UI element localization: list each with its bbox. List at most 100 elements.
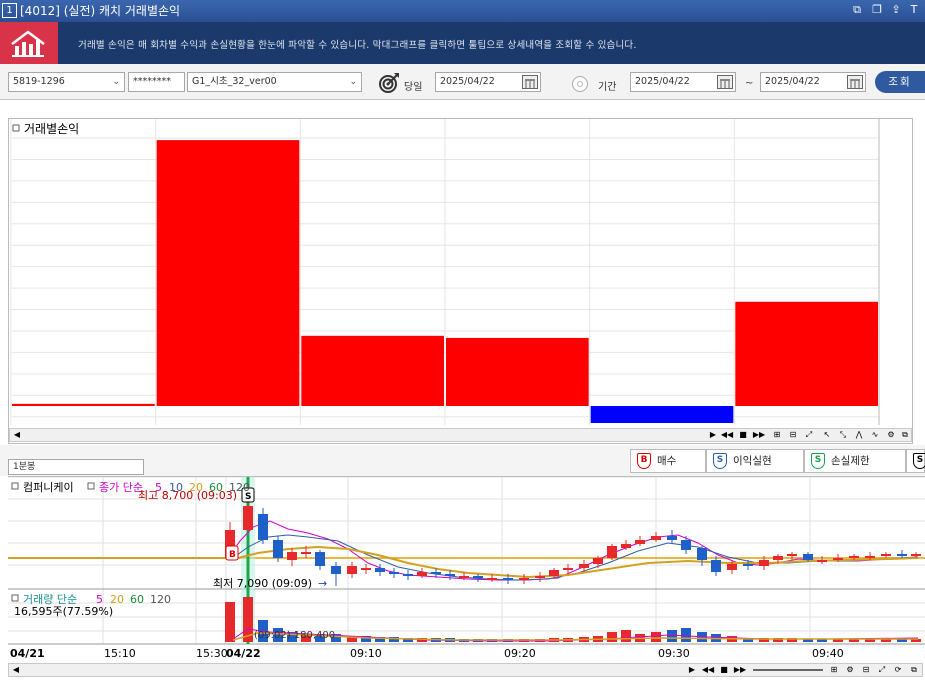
candle-body[interactable]: [403, 574, 413, 576]
candle-body[interactable]: [635, 540, 645, 544]
candle-body[interactable]: [681, 540, 691, 550]
candle-body[interactable]: [535, 576, 545, 578]
period-start-field[interactable]: 2025/04/22: [630, 72, 736, 92]
settings-icon[interactable]: ⚙: [843, 664, 857, 676]
password-field[interactable]: ********: [128, 72, 185, 92]
volume-bar[interactable]: [607, 632, 617, 642]
candle-body[interactable]: [787, 554, 797, 556]
forward-icon[interactable]: ▶▶: [733, 664, 747, 676]
rewind-icon[interactable]: ◀◀: [720, 429, 734, 441]
pnl-bar[interactable]: [12, 403, 155, 406]
candle-body[interactable]: [361, 568, 371, 570]
period-select[interactable]: 1분봉: [8, 459, 144, 475]
candle-body[interactable]: [817, 560, 827, 562]
zoom-out-icon[interactable]: ⊟: [786, 429, 800, 441]
scroll-left-icon[interactable]: ◀: [9, 664, 23, 676]
refresh-icon[interactable]: ⟳: [891, 664, 905, 676]
candle-body[interactable]: [833, 558, 843, 560]
candle-body[interactable]: [865, 556, 875, 558]
candle-body[interactable]: [651, 536, 661, 540]
zoom-in-icon[interactable]: ⊞: [770, 429, 784, 441]
volume-bar[interactable]: [681, 628, 691, 642]
restore-icon[interactable]: ❐: [870, 3, 884, 17]
candle-body[interactable]: [417, 572, 427, 576]
fit-icon[interactable]: ⤢: [875, 664, 889, 676]
calendar-icon[interactable]: [717, 75, 733, 89]
candle-body[interactable]: [258, 514, 268, 540]
font-size-icon[interactable]: T: [907, 3, 921, 17]
candle-body[interactable]: [607, 546, 617, 558]
candle-body[interactable]: [773, 556, 783, 560]
stop-icon[interactable]: ■: [736, 429, 750, 441]
candle-body[interactable]: [445, 574, 455, 576]
candle-body[interactable]: [727, 564, 737, 570]
candle-body[interactable]: [579, 564, 589, 568]
trend-tool-icon[interactable]: ⋀: [852, 429, 866, 441]
rewind-icon[interactable]: ◀◀: [701, 664, 715, 676]
candle-body[interactable]: [621, 544, 631, 548]
zoom-slider[interactable]: [753, 669, 823, 671]
scroll-left-icon[interactable]: ◀: [10, 429, 24, 441]
candle-body[interactable]: [711, 560, 721, 572]
stop-icon[interactable]: ■: [717, 664, 731, 676]
play-icon[interactable]: ▶: [706, 429, 720, 441]
fit-icon[interactable]: ⤢: [802, 429, 816, 441]
candle-body[interactable]: [347, 566, 357, 574]
candle-body[interactable]: [273, 540, 283, 558]
candle-body[interactable]: [803, 554, 813, 560]
candle-body[interactable]: [459, 576, 469, 578]
upper-scrollbar[interactable]: ◀ ▶ ◀◀ ■ ▶▶ ⊞ ⊟ ⤢ ↖ ⤡ ⋀ ∿ ⚙ ⧉: [9, 428, 912, 442]
volume-bar[interactable]: [651, 632, 661, 642]
zoom-out-icon[interactable]: ⊟: [859, 664, 873, 676]
candle-body[interactable]: [743, 564, 753, 566]
today-date-field[interactable]: 2025/04/22: [435, 72, 541, 92]
strategy-select[interactable]: G1_시초_32_ver00 ⌄: [187, 72, 362, 92]
target-icon[interactable]: [378, 72, 400, 94]
price-volume-svg[interactable]: B S 컴퍼니케이 종가 단순 5 10 20 60 120 최고 8,700 …: [8, 476, 925, 685]
candle-body[interactable]: [301, 552, 311, 554]
trade-pnl-svg[interactable]: 1119876543210 거래별손익: [9, 119, 925, 445]
pnl-bar[interactable]: [156, 140, 300, 406]
copy-icon[interactable]: ⧉: [898, 429, 912, 441]
zoom-in-icon[interactable]: ⊞: [827, 664, 841, 676]
forward-icon[interactable]: ▶▶: [752, 429, 766, 441]
candle-body[interactable]: [519, 578, 529, 580]
pnl-bar[interactable]: [735, 301, 878, 406]
candle-body[interactable]: [389, 572, 399, 574]
pnl-bar[interactable]: [590, 406, 734, 424]
period-end-field[interactable]: 2025/04/22: [760, 72, 866, 92]
candle-body[interactable]: [593, 558, 603, 564]
candle-body[interactable]: [473, 576, 483, 578]
account-select[interactable]: 5819-1296 ⌄: [8, 72, 125, 92]
candle-body[interactable]: [549, 570, 559, 576]
candle-body[interactable]: [487, 578, 497, 580]
calendar-icon[interactable]: [847, 75, 863, 89]
play-icon[interactable]: ▶: [685, 664, 699, 676]
cursor-icon[interactable]: ↖: [820, 429, 834, 441]
candle-body[interactable]: [331, 566, 341, 574]
candle-body[interactable]: [243, 506, 253, 530]
settings-icon[interactable]: ⚙: [884, 429, 898, 441]
candle-body[interactable]: [503, 578, 513, 580]
pnl-bar[interactable]: [446, 337, 589, 406]
volume-bar[interactable]: [225, 602, 235, 642]
candle-body[interactable]: [431, 572, 441, 574]
volume-bar[interactable]: [621, 630, 631, 642]
candle-body[interactable]: [881, 554, 891, 556]
draw-tool-icon[interactable]: ∿: [868, 429, 882, 441]
calendar-icon[interactable]: [522, 75, 538, 89]
candle-body[interactable]: [759, 560, 769, 566]
candle-body[interactable]: [287, 552, 297, 560]
candle-body[interactable]: [667, 536, 677, 540]
candle-body[interactable]: [315, 552, 325, 566]
candle-body[interactable]: [897, 554, 907, 556]
copy-icon[interactable]: ⧉: [907, 664, 921, 676]
period-radio[interactable]: [572, 76, 588, 92]
candle-body[interactable]: [697, 548, 707, 560]
query-button[interactable]: 조회: [875, 71, 925, 93]
candle-body[interactable]: [911, 554, 921, 556]
link-icon[interactable]: ⧉: [850, 3, 864, 17]
lower-scrollbar[interactable]: ◀ ▶ ◀◀ ■ ▶▶ ⊞ ⚙ ⊟ ⤢ ⟳ ⧉: [8, 663, 923, 677]
candle-body[interactable]: [563, 568, 573, 570]
pnl-bar[interactable]: [301, 335, 444, 406]
